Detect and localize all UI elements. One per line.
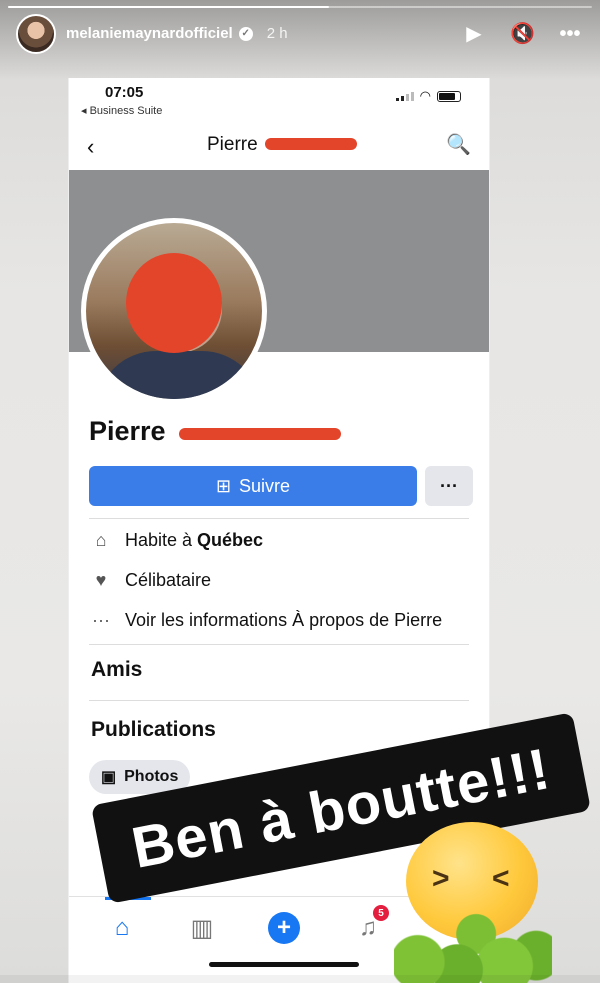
profile-nav-bar: ‹ Pierre 🔍	[69, 126, 489, 166]
info-location-text: Habite à Québec	[125, 530, 264, 550]
insights-icon[interactable]: ▥	[185, 911, 219, 945]
heart-icon: ♥	[95, 570, 107, 590]
photos-icon: ▣	[101, 769, 117, 786]
story-avatar[interactable]	[16, 14, 56, 54]
more-options-label: ···	[440, 475, 458, 496]
notifications-bell-icon[interactable]: ♫ 5	[351, 905, 389, 945]
plus-circle: +	[268, 912, 300, 944]
info-row-about[interactable]: ··· Voir les informations À propos de Pi…	[91, 610, 442, 631]
photos-chip-label: Photos	[124, 768, 179, 785]
emoji-vomit	[394, 906, 552, 983]
profile-name: Pierre	[89, 416, 166, 446]
search-icon[interactable]: 🔍	[446, 132, 471, 157]
signal-icon	[395, 91, 414, 101]
home-icon[interactable]: ⌂	[105, 911, 139, 945]
info-relationship-text: Célibataire	[125, 570, 212, 590]
story-controls: ▶ 🔇 •••	[462, 22, 582, 46]
info-about-text[interactable]: Voir les informations À propos de Pierre	[125, 610, 442, 631]
emoji-eye-right: <	[492, 862, 510, 895]
follow-icon: ⊞	[215, 475, 232, 496]
house-icon: ⌂	[95, 530, 107, 550]
redaction-scribble	[179, 428, 341, 440]
story-user-info[interactable]: melaniemaynardofficiel ✓ 2 h	[66, 25, 288, 42]
follow-button[interactable]: ⊞ Suivre	[89, 466, 417, 506]
follow-label: Suivre	[239, 475, 291, 496]
play-icon[interactable]: ▶	[462, 22, 486, 46]
friends-section-title: Amis	[91, 658, 143, 681]
instagram-story[interactable]: melaniemaynardofficiel ✓ 2 h ▶ 🔇 ••• 07:…	[0, 0, 600, 983]
status-time: 07:05	[105, 84, 144, 101]
back-icon[interactable]: ‹	[87, 134, 94, 160]
battery-icon	[437, 90, 461, 102]
create-plus-icon[interactable]: +	[267, 911, 301, 945]
vomiting-face-emoji: > <	[394, 820, 574, 983]
home-indicator	[209, 962, 359, 967]
redaction-scribble	[265, 138, 357, 150]
profile-shirt	[96, 351, 262, 399]
nav-title: Pierre	[207, 134, 258, 155]
more-horizontal-icon[interactable]: •••	[558, 22, 582, 46]
status-back-app[interactable]: ◂ Business Suite	[81, 104, 162, 117]
story-timestamp: 2 h	[266, 25, 288, 42]
notification-badge: 5	[373, 905, 389, 921]
more-options-button[interactable]: ···	[425, 466, 473, 506]
emoji-eye-left: >	[432, 862, 450, 895]
info-row-relationship: ♥ Célibataire	[91, 570, 211, 591]
story-progress-fill	[8, 6, 330, 8]
speaker-muted-icon[interactable]: 🔇	[510, 22, 535, 46]
status-icons: ◠	[395, 88, 461, 104]
dots-icon: ···	[92, 610, 110, 630]
profile-picture[interactable]	[81, 218, 267, 404]
posts-section-title: Publications	[91, 718, 216, 741]
verified-badge-icon: ✓	[238, 26, 253, 41]
wifi-icon: ◠	[419, 88, 431, 103]
divider	[89, 700, 469, 701]
story-footer	[0, 975, 600, 983]
story-username[interactable]: melaniemaynardofficiel	[66, 25, 233, 42]
divider	[89, 644, 469, 645]
story-progress-bar	[8, 6, 592, 8]
divider	[89, 518, 469, 519]
info-row-location: ⌂ Habite à Québec	[91, 530, 264, 551]
redaction-scribble	[126, 253, 222, 353]
